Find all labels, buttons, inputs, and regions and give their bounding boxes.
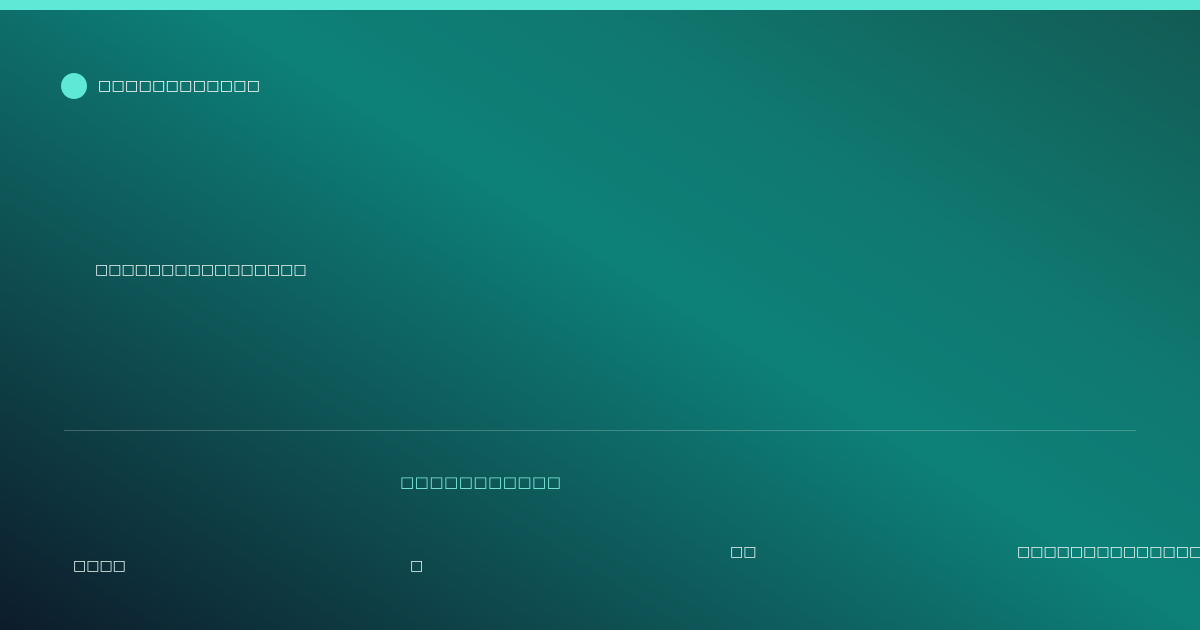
headline: □□□□□□□□□□□□□□□□ bbox=[95, 262, 307, 278]
brand: □□□□□□□□□□□□ bbox=[61, 73, 260, 99]
circle-dot-icon bbox=[61, 73, 87, 99]
footer-right-text: □□□□□□□□□□□□□□□□□ bbox=[1017, 544, 1200, 560]
footer-left-text: □□□□ bbox=[73, 558, 126, 574]
top-accent-bar bbox=[0, 0, 1200, 10]
accent-label: □□□□□□□□□□□ bbox=[400, 473, 562, 491]
divider bbox=[64, 430, 1136, 431]
footer-mid-text: □□ bbox=[730, 544, 757, 560]
footer-center-text: □ bbox=[410, 558, 424, 574]
brand-name: □□□□□□□□□□□□ bbox=[98, 78, 261, 94]
